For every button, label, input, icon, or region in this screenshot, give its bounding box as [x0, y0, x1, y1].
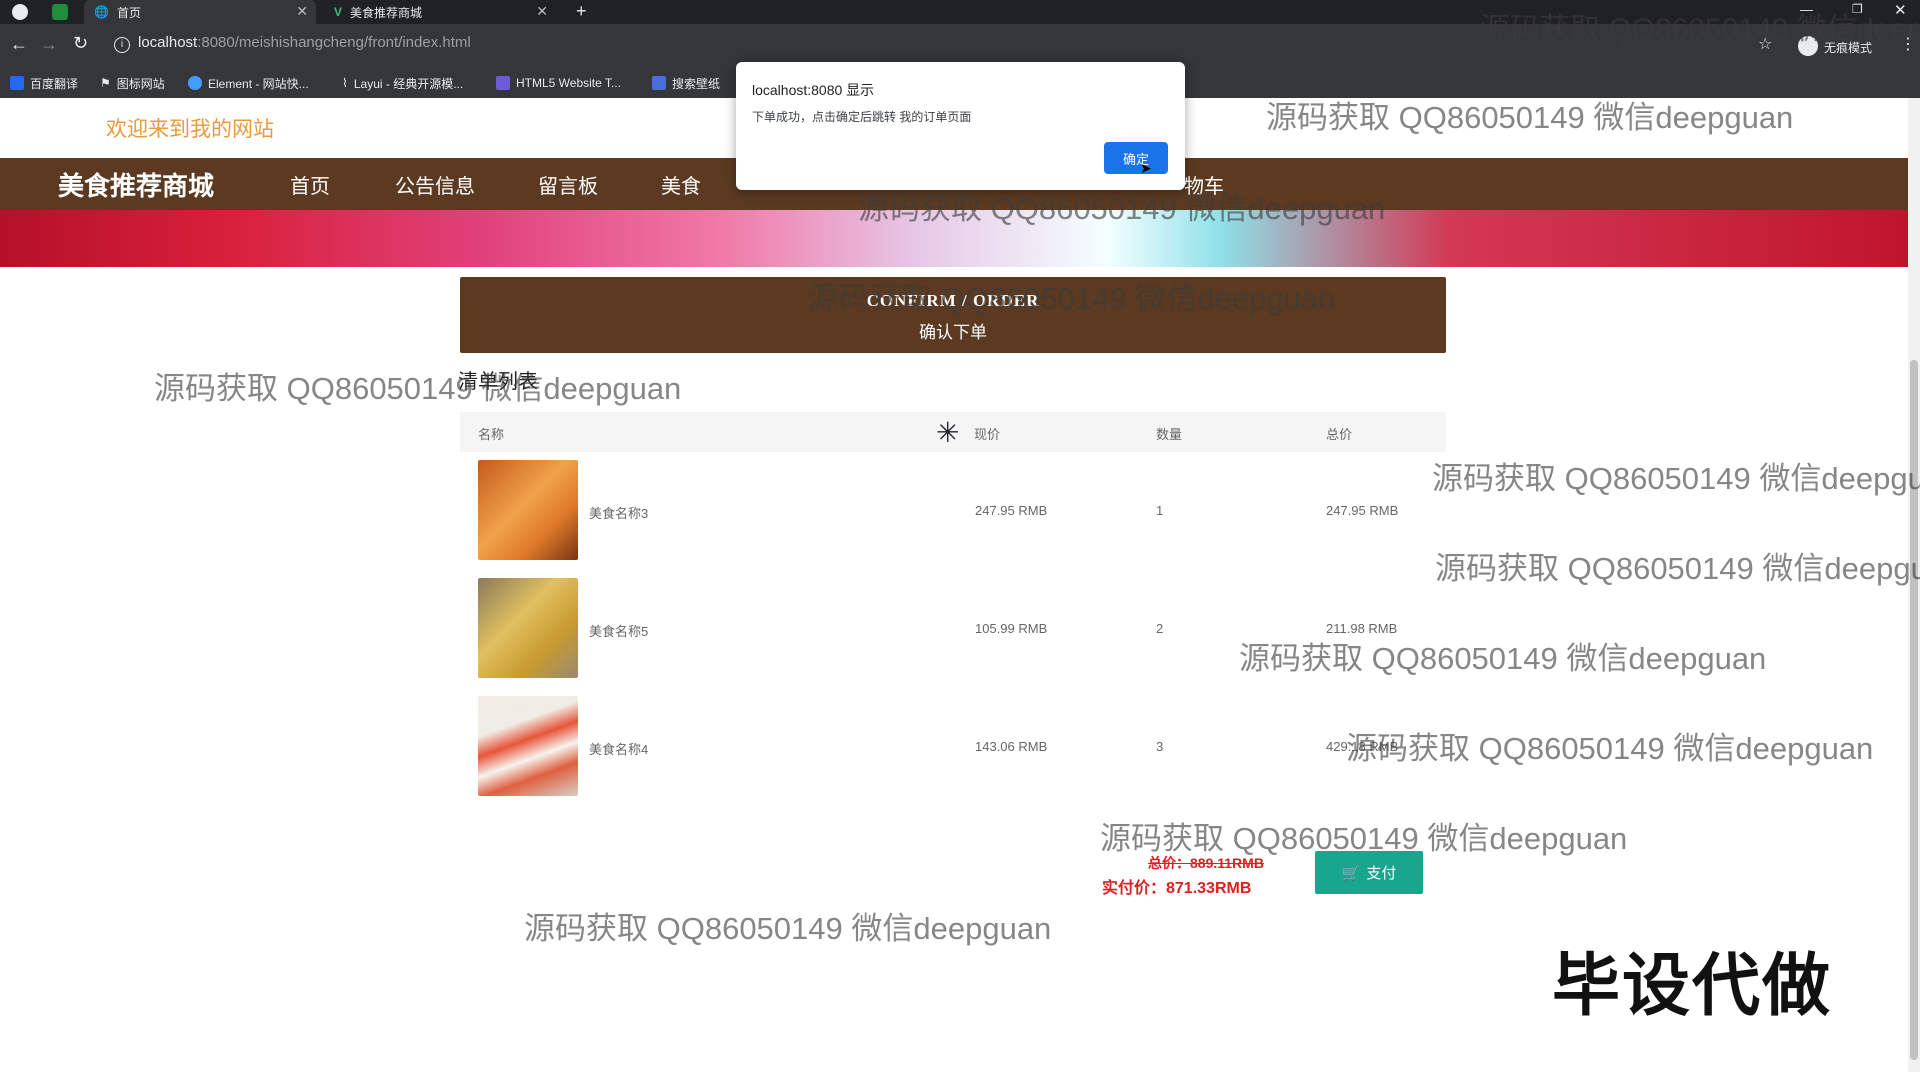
tab-close-icon[interactable]: ✕ [296, 3, 308, 20]
food-qty: 2 [1156, 621, 1164, 636]
tab-close-icon[interactable]: ✕ [536, 3, 548, 20]
html5-icon [496, 76, 510, 90]
flag-icon: ⚑ [100, 76, 111, 90]
nav-home[interactable]: 首页 [290, 170, 330, 199]
bookmark-label: HTML5 Website T... [516, 76, 621, 90]
translate-icon [10, 76, 24, 90]
food-total: 247.95 RMB [1326, 503, 1399, 518]
food-qty: 1 [1156, 503, 1164, 518]
watermark: 源码获取 QQ86050149 微信deepguan [154, 371, 682, 406]
browser-app-icon [12, 4, 28, 20]
food-total: 211.98 RMB [1326, 621, 1398, 636]
welcome-text: 欢迎来到我的网站 [106, 118, 274, 141]
header-name: 名称 [478, 427, 505, 442]
actual-total: 实付价：871.33RMB [1102, 880, 1252, 897]
window-close-button[interactable]: ✕ [1894, 1, 1907, 19]
tab-title: 美食推荐商城 [350, 5, 423, 20]
menu-dots-icon[interactable]: ⋮ [1900, 34, 1916, 54]
watermark: 源码获取 QQ86050149 微信deepguan [1266, 100, 1794, 135]
layui-icon: ⌇ [342, 76, 348, 90]
header-price: 现价 [974, 427, 1001, 442]
cart-icon: 🛒 [1341, 864, 1361, 882]
bookmark-label: 图标网站 [116, 76, 165, 91]
pay-label: 支付 [1366, 865, 1397, 882]
bookmark-item[interactable]: ⌇ Layui - 经典开源模... [342, 68, 463, 98]
stamp-text: 毕设代做 [1552, 948, 1833, 1024]
pinned-tab-icon[interactable] [52, 4, 68, 20]
watermark: 源码获取 QQ86050149 微信deepguan [1435, 551, 1920, 586]
hero-banner [0, 210, 1908, 267]
header-total: 总价 [1326, 427, 1353, 442]
wallpaper-icon [652, 76, 666, 90]
alert-dialog: localhost:8080 显示 下单成功，点击确定后跳转 我的订单页面 确定… [736, 62, 1185, 190]
incognito-label: 无痕模式 [1824, 41, 1873, 55]
table-header: 名称 ✳ 现价 数量 总价 [460, 412, 1446, 452]
nav-cart[interactable]: 物车 [1184, 170, 1224, 199]
bookmark-label: 搜索壁纸 [672, 76, 721, 91]
nav-message-board[interactable]: 留言板 [538, 170, 598, 199]
nav-announcements[interactable]: 公告信息 [395, 170, 475, 199]
bookmark-label: Element - 网站快... [208, 76, 309, 91]
loading-spinner-icon: ✳ [936, 417, 960, 448]
food-name[interactable]: 美食名称4 [589, 739, 648, 758]
table-row: 美食名称5 105.99 RMB 2 211.98 RMB [460, 578, 1446, 682]
food-image[interactable] [478, 696, 578, 796]
address-bar[interactable]: localhost:8080/meishishangcheng/front/in… [138, 34, 471, 51]
food-price: 143.06 RMB [975, 739, 1048, 754]
table-row: 美食名称4 143.06 RMB 3 429.18 RMB [460, 696, 1446, 800]
list-title: 清单列表 [458, 371, 538, 393]
incognito-icon [1798, 36, 1818, 56]
bookmark-item[interactable]: ⚑ 图标网站 [100, 68, 165, 98]
food-image[interactable] [478, 578, 578, 678]
table-row: 美食名称3 247.95 RMB 1 247.95 RMB [460, 460, 1446, 564]
original-total: 总价：889.11RMB [1148, 855, 1264, 871]
site-brand[interactable]: 美食推荐商城 [58, 166, 214, 203]
food-price: 247.95 RMB [975, 503, 1048, 518]
minimize-button[interactable]: — [1800, 2, 1813, 17]
nav-food[interactable]: 美食 [661, 170, 701, 199]
bookmark-item[interactable]: Element - 网站快... [188, 68, 309, 98]
bookmark-item[interactable]: 搜索壁纸 [652, 68, 720, 98]
alert-message: 下单成功，点击确定后跳转 我的订单页面 [752, 110, 972, 124]
url-path: :8080/meishishangcheng/front/index.html [197, 34, 471, 51]
tab-title: 首页 [116, 5, 141, 20]
vue-icon: V [334, 5, 343, 19]
alert-ok-button[interactable]: 确定 [1104, 142, 1168, 174]
restore-button[interactable]: ❐ [1852, 2, 1863, 16]
tab-home[interactable]: 🌐 首页 ✕ [84, 0, 316, 24]
pay-button[interactable]: 🛒 支付 [1315, 851, 1423, 894]
food-image[interactable] [478, 460, 578, 560]
bookmark-item[interactable]: HTML5 Website T... [496, 68, 621, 98]
food-qty: 3 [1156, 739, 1164, 754]
star-icon[interactable]: ☆ [1758, 34, 1772, 54]
header-qty: 数量 [1156, 427, 1183, 442]
watermark: 源码获取 QQ86050149 微信deepguan [1432, 461, 1920, 496]
info-icon[interactable]: i [114, 37, 130, 53]
food-price: 105.99 RMB [975, 621, 1048, 636]
globe-icon: 🌐 [94, 5, 109, 19]
food-total: 429.18 RMB [1326, 739, 1399, 754]
tab-shop[interactable]: V 美食推荐商城 ✕ [324, 0, 556, 24]
back-arrow-icon[interactable]: ← [10, 34, 28, 55]
watermark: 源码获取 QQ86050149 微信deepguan [524, 911, 1052, 946]
element-icon [188, 76, 202, 90]
url-host: localhost [138, 34, 198, 51]
bookmark-label: 百度翻译 [30, 76, 79, 91]
bookmark-item[interactable]: 百度翻译 [10, 68, 78, 98]
food-name[interactable]: 美食名称5 [589, 621, 648, 640]
bookmark-label: Layui - 经典开源模... [353, 76, 464, 91]
confirm-title-en: CONFIRM / ORDER [866, 291, 1040, 310]
new-tab-button[interactable]: + [576, 1, 587, 22]
forward-arrow-icon[interactable]: → [40, 34, 58, 55]
confirm-order-header: CONFIRM / ORDER 确认下单 [460, 277, 1446, 353]
mouse-cursor-icon: ➤ [1140, 160, 1152, 176]
scrollbar-thumb[interactable] [1910, 360, 1918, 1060]
reload-icon[interactable]: ↻ [73, 33, 88, 54]
confirm-title-zh: 确认下单 [919, 323, 987, 342]
food-name[interactable]: 美食名称3 [589, 503, 648, 522]
alert-title: localhost:8080 显示 [752, 82, 875, 98]
